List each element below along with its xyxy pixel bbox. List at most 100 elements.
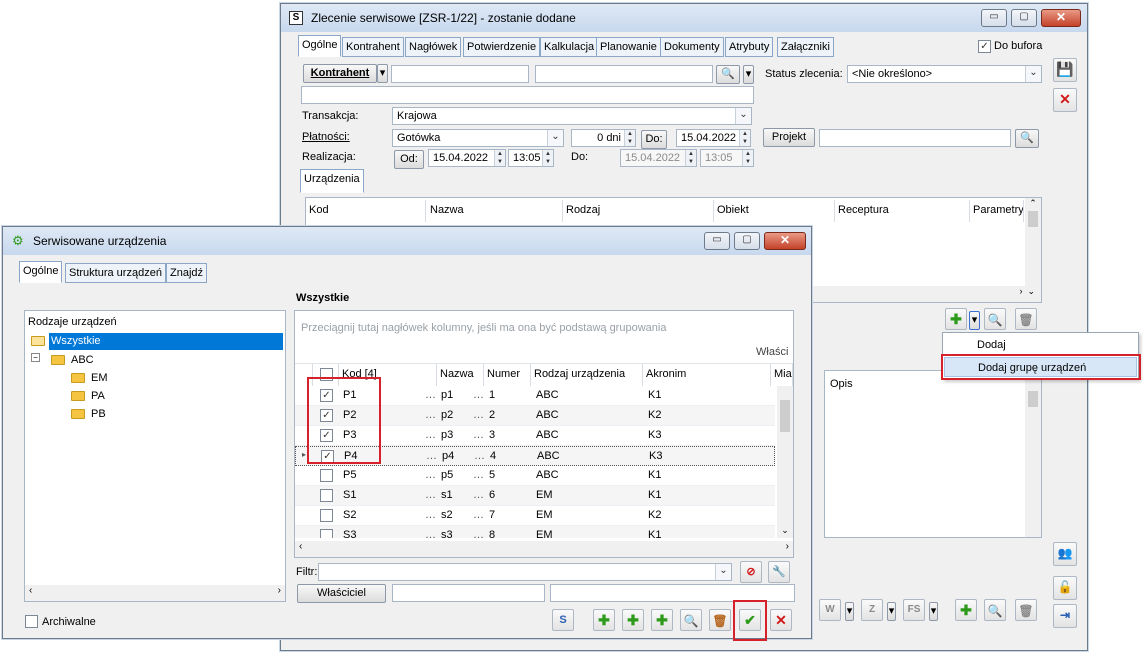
status-select[interactable]: <Nie określono> ⌄ [847, 65, 1042, 83]
do2-time-input[interactable]: 13:05 ▲ ▼ [700, 149, 754, 167]
menu-item-dodaj[interactable]: Dodaj [944, 335, 1137, 355]
col-obiekt[interactable]: Obiekt [714, 200, 835, 222]
dialog-close-button[interactable]: ✕ [764, 232, 806, 250]
filter-settings-button[interactable]: 🔧 [768, 561, 790, 583]
cancel-button[interactable]: ✕ [1053, 88, 1077, 112]
do-bufora-checkbox[interactable]: ✓ [978, 40, 991, 53]
pin-button[interactable]: ⇥ [1053, 604, 1077, 628]
tab-atrybuty[interactable]: Atrybuty [725, 37, 774, 57]
filtr-input[interactable]: ⌄ [318, 563, 732, 581]
tree-item-pb[interactable]: PB [69, 406, 269, 423]
row-checkbox[interactable] [320, 529, 333, 538]
devices-vscroll[interactable]: ⌄ [777, 386, 793, 538]
col-kod[interactable]: Kod [306, 200, 426, 222]
z-menu[interactable]: ▾ [887, 602, 896, 621]
do2-date-input[interactable]: 15.04.2022 ▲ ▼ [620, 149, 697, 167]
add-from-button[interactable]: ✚ [651, 609, 673, 631]
add-device-menu-button[interactable]: ▾ [969, 311, 980, 330]
ellipsis-icon[interactable]: … [425, 429, 437, 441]
tab-dokumenty[interactable]: Dokumenty [660, 37, 724, 57]
kontrahent-code-input[interactable] [391, 65, 529, 83]
users-button[interactable]: 👥 [1053, 542, 1077, 566]
ellipsis-icon[interactable]: … [473, 489, 485, 501]
table-row[interactable]: S1 … s1 … 6 EM K1 [295, 486, 775, 506]
table-row[interactable]: S2 … s2 … 7 EM K2 [295, 506, 775, 526]
ellipsis-icon[interactable]: … [473, 389, 485, 401]
kontrahent-menu-button[interactable]: ▾ [377, 64, 388, 83]
kontrahent-name-input[interactable] [535, 65, 713, 83]
wm-button[interactable]: W [819, 599, 841, 621]
col-nazwa[interactable]: Nazwa [427, 200, 563, 222]
projekt-search-button[interactable]: 🔍 [1015, 129, 1039, 148]
wlasciciel-code-input[interactable] [392, 584, 545, 602]
lock-button[interactable]: 🔓 [1053, 576, 1077, 600]
preview-bottom-button[interactable]: 🔍 [984, 599, 1006, 621]
dialog-minimize-button[interactable]: ▭ [704, 232, 730, 250]
col-numer[interactable]: Numer [484, 364, 531, 386]
do-date-button[interactable]: Do: [641, 130, 667, 149]
archiwalne-checkbox[interactable] [25, 615, 38, 628]
col-akronim[interactable]: Akronim [643, 364, 771, 386]
add-folder-button[interactable]: ✚ [593, 609, 615, 631]
dialog-tab-ogolne[interactable]: Ogólne [19, 261, 63, 283]
platnosci-select[interactable]: Gotówka ⌄ [392, 129, 564, 147]
kontrahent-address-input[interactable] [301, 86, 754, 104]
wlasciciel-button[interactable]: Właściciel [297, 584, 386, 603]
minimize-button[interactable]: ▭ [981, 9, 1007, 27]
row-checkbox[interactable] [320, 469, 333, 482]
col-parametry[interactable]: Parametry [970, 200, 1024, 222]
tab-ogolne[interactable]: Ogólne [298, 35, 342, 57]
add-device-button[interactable]: ✚ [945, 308, 967, 330]
od-time-input[interactable]: 13:05 ▲ ▼ [508, 149, 554, 167]
tab-urzadzenia[interactable]: Urządzenia [300, 169, 364, 193]
col-nazwa[interactable]: Nazwa [437, 364, 484, 386]
col-receptura[interactable]: Receptura [835, 200, 970, 222]
tree-item-em[interactable]: EM [69, 370, 269, 387]
ellipsis-icon[interactable]: … [474, 450, 486, 462]
tree-hscroll[interactable]: ‹ › [25, 585, 285, 601]
add-bottom-button[interactable]: ✚ [955, 599, 977, 621]
ellipsis-icon[interactable]: … [473, 469, 485, 481]
ellipsis-icon[interactable]: … [425, 489, 437, 501]
table-row[interactable]: P5 … p5 … 5 ABC K1 [295, 466, 775, 486]
clear-filter-button[interactable]: ⊘ [740, 561, 762, 583]
col-rodzaj[interactable]: Rodzaj [563, 200, 714, 222]
save-button[interactable]: 💾 [1053, 58, 1077, 82]
ellipsis-icon[interactable]: … [426, 450, 438, 462]
table-row[interactable]: S3 … s3 … 8 EM K1 [295, 526, 775, 538]
do-date-input[interactable]: 15.04.2022 ▲ ▼ [676, 129, 751, 147]
kontrahent-button[interactable]: Kontrahent [303, 64, 377, 83]
delete-button[interactable]: 🗑 [709, 609, 731, 631]
ellipsis-icon[interactable]: … [473, 409, 485, 421]
row-checkbox[interactable] [320, 489, 333, 502]
tree-item-pa[interactable]: PA [69, 388, 269, 405]
z-button[interactable]: Z [861, 599, 883, 621]
tree-item-abc[interactable]: − ABC [29, 352, 229, 369]
ellipsis-icon[interactable]: … [425, 509, 437, 521]
ellipsis-icon[interactable]: … [425, 529, 437, 538]
dialog-tab-znajdz[interactable]: Znajdź [166, 263, 208, 283]
maximize-button[interactable]: ▢ [1011, 9, 1037, 27]
close-button[interactable]: ✕ [1041, 9, 1081, 27]
ellipsis-icon[interactable]: … [473, 509, 485, 521]
kontrahent-search-menu[interactable]: ▾ [743, 65, 754, 84]
tab-kontrahent[interactable]: Kontrahent [342, 37, 404, 57]
grid-vscroll[interactable]: ⌃ [1025, 198, 1041, 286]
tree-item-wszystkie[interactable]: Wszystkie [29, 333, 283, 350]
kontrahent-search-button[interactable]: 🔍 [716, 65, 740, 84]
col-rodzaj[interactable]: Rodzaj urządzenia [531, 364, 643, 386]
preview-device-button[interactable]: 🔍 [984, 308, 1006, 330]
ellipsis-icon[interactable]: … [425, 469, 437, 481]
preview-button[interactable]: 🔍 [680, 609, 702, 631]
tab-kalkulacja[interactable]: Kalkulacja [540, 37, 599, 57]
dialog-tab-struktura[interactable]: Struktura urządzeń [65, 263, 166, 283]
ellipsis-icon[interactable]: … [473, 429, 485, 441]
ellipsis-icon[interactable]: … [473, 529, 485, 538]
opis-vscroll[interactable] [1025, 371, 1041, 537]
delete-bottom-button[interactable]: 🗑 [1015, 599, 1037, 621]
col-mia[interactable]: Mia [771, 364, 793, 386]
transakcja-select[interactable]: Krajowa ⌄ [392, 107, 752, 125]
wm-menu[interactable]: ▾ [845, 602, 854, 621]
delete-device-button[interactable]: 🗑 [1015, 308, 1037, 330]
s-button[interactable]: S [552, 609, 574, 631]
